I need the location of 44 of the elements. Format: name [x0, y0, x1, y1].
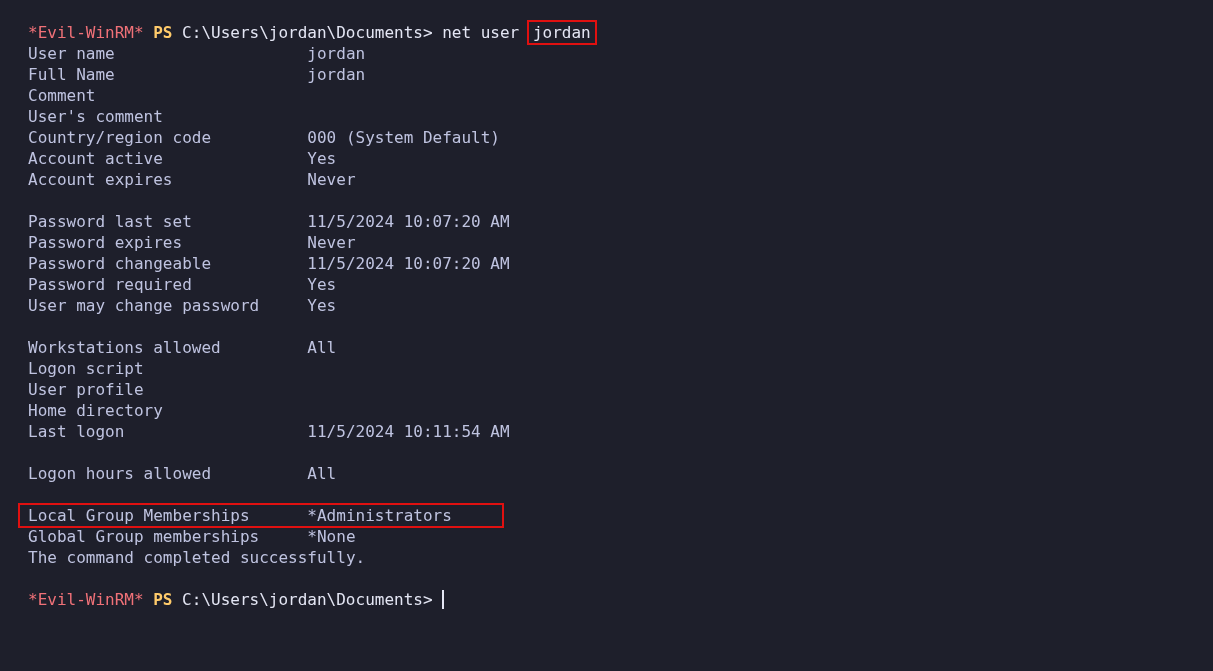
prompt-path: C:\Users\jordan\Documents>: [182, 22, 433, 43]
field-label: Local Group Memberships: [28, 505, 251, 526]
field-label: Logon hours allowed: [28, 463, 213, 484]
field-label: Country/region code: [28, 127, 213, 148]
field-label: Account active: [28, 148, 164, 169]
field-label: Full Name: [28, 64, 116, 85]
field-value: 11/5/2024 10:07:20 AM: [307, 253, 510, 274]
field-label: Workstations allowed: [28, 337, 222, 358]
command-text: net user: [442, 22, 520, 43]
field-label: Password changeable: [28, 253, 213, 274]
shell-name: *Evil-WinRM*: [28, 22, 144, 43]
field-label: User's comment: [28, 106, 164, 127]
field-label: User profile: [28, 379, 145, 400]
field-value: jordan: [307, 64, 366, 85]
field-value: Never: [307, 232, 356, 253]
field-value: Yes: [307, 148, 337, 169]
highlighted-argument: jordan: [528, 22, 595, 43]
field-label: Password last set: [28, 211, 193, 232]
field-label: Account expires: [28, 169, 174, 190]
ps-marker: PS: [153, 22, 173, 43]
field-value: Never: [307, 169, 356, 190]
shell-name: *Evil-WinRM*: [28, 589, 144, 610]
prompt-path: C:\Users\jordan\Documents>: [182, 589, 433, 610]
field-label: Last logon: [28, 421, 126, 442]
output-text: The command completed successfully.: [28, 547, 366, 568]
field-label: Global Group memberships: [28, 526, 261, 547]
field-label: Home directory: [28, 400, 164, 421]
field-label: Comment: [28, 85, 97, 106]
field-label: Logon script: [28, 358, 145, 379]
field-value: All: [307, 337, 337, 358]
field-value: jordan: [307, 43, 366, 64]
field-value: Yes: [307, 295, 337, 316]
field-value: 11/5/2024 10:07:20 AM: [307, 211, 510, 232]
field-label: User may change password: [28, 295, 261, 316]
field-value: All: [307, 463, 337, 484]
field-value: Yes: [307, 274, 337, 295]
field-value: 000 (System Default): [307, 127, 500, 148]
field-value: *None: [307, 526, 356, 547]
field-label: User name: [28, 43, 116, 64]
field-label: Password expires: [28, 232, 184, 253]
ps-marker: PS: [153, 589, 173, 610]
field-label: Password required: [28, 274, 193, 295]
field-value: *Administrators: [307, 505, 452, 526]
field-value: 11/5/2024 10:11:54 AM: [307, 421, 510, 442]
